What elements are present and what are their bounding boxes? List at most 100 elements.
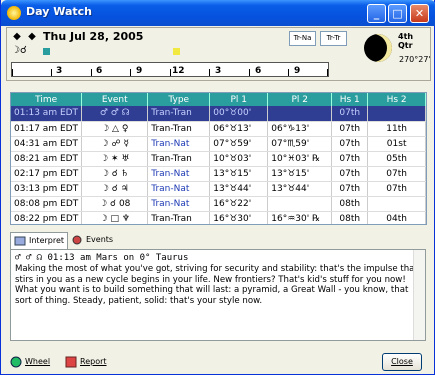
minimize-button[interactable]: _ (367, 4, 386, 23)
row-time: 08:08 pm EDT (11, 196, 83, 212)
tab-interpret[interactable]: Interpret (10, 232, 68, 250)
row-type: Tran-Nat (147, 196, 211, 212)
row-time: 03:13 pm EDT (11, 181, 83, 197)
column-time[interactable]: Time (11, 93, 83, 106)
interpretation-scrollbar[interactable] (413, 250, 425, 340)
row-pl1: 06°♉13' (209, 121, 269, 137)
timeline-tick (170, 69, 171, 76)
column-event[interactable]: Event (81, 93, 149, 106)
row-hs1: 07th (331, 151, 369, 167)
row-hs2: 07th (367, 166, 426, 182)
transit-transit-button[interactable]: Tr-Tr (320, 31, 347, 46)
row-type: Tran-Nat (147, 136, 211, 152)
table-row[interactable]: 01:17 am EDT ☽ △ ♀ Tran-Tran 06°♉13' 06°♑13'… (11, 121, 426, 137)
row-event: ☽ ☌ 08 (81, 196, 149, 212)
title-bar[interactable]: Day Watch _ □ ✕ (1, 0, 435, 26)
row-hs1: 08th (331, 211, 369, 224)
maximize-button[interactable]: □ (388, 4, 407, 23)
row-pl2: 07°♏59' (267, 136, 333, 152)
timeline-tick (12, 69, 13, 76)
row-hs2: 07th (367, 181, 426, 197)
row-hs2 (367, 106, 426, 122)
row-type: Tran-Tran (147, 151, 211, 167)
report-label: Report (80, 357, 107, 366)
column-hs2[interactable]: Hs 2 (367, 93, 426, 106)
timeline-tick (51, 69, 52, 76)
moon-degree: 270°27' (399, 55, 431, 64)
row-event: ☽ ☌ ♃ (81, 181, 149, 197)
row-time: 01:13 am EDT (11, 106, 83, 122)
timeline-label: 6 (255, 66, 262, 76)
moon-phase-lit-icon (364, 34, 392, 62)
wheel-label: Wheel (25, 357, 51, 366)
close-window-button[interactable]: ✕ (410, 4, 429, 23)
next-day-button[interactable]: ◆ (26, 31, 38, 43)
timeline-label: 12 (172, 66, 185, 76)
row-pl1: 00°♉00' (209, 106, 269, 122)
row-pl1: 13°♉15' (209, 166, 269, 182)
row-pl1: 13°♉44' (209, 181, 269, 197)
events-icon (71, 234, 83, 246)
interpretation-body: Making the most of what you've got, stri… (15, 264, 418, 306)
interpretation-heading: ♂ ♂ ☊ 01:13 am Mars on 0° Taurus (15, 253, 189, 263)
column-type[interactable]: Type (147, 93, 211, 106)
timeline-label: 3 (215, 66, 222, 76)
detail-tabs: Interpret Events (10, 232, 170, 250)
row-time: 08:21 am EDT (11, 151, 83, 167)
row-time: 01:17 am EDT (11, 121, 83, 137)
row-hs1: 08th (331, 196, 369, 212)
row-hs2: 05th (367, 151, 426, 167)
column-hs1[interactable]: Hs 1 (331, 93, 369, 106)
tab-interpret-label: Interpret (29, 236, 65, 245)
sun-icon (7, 6, 21, 20)
row-hs1: 07th (331, 106, 369, 122)
wheel-icon (10, 356, 22, 368)
event-marker-icon (43, 48, 50, 55)
row-pl1: 10°♉03' (209, 151, 269, 167)
previous-day-button[interactable]: ◆ (11, 31, 23, 43)
day-timeline[interactable]: 3 6 9 12 3 6 9 (11, 62, 329, 77)
row-pl1: 16°♉22' (209, 196, 269, 212)
row-event: ☽ ✶ ♅ (81, 151, 149, 167)
table-row[interactable]: 08:22 pm EDT ☽ □ ♆ Tran-Tran 16°♉30' 16°♒30'… (11, 211, 426, 224)
column-pl2[interactable]: Pl 2 (267, 93, 333, 106)
timeline-label: 9 (136, 66, 143, 76)
events-table: Time Event Type Pl 1 Pl 2 Hs 1 Hs 2 01:1… (10, 92, 427, 225)
table-row[interactable]: 02:17 pm EDT ☽ ☌ ♄ Tran-Nat 13°♉15' 13°♉15' 0… (11, 166, 426, 182)
table-row[interactable]: 01:13 am EDT ♂ ♂ ☊ Tran-Tran 00°♉00' 07th (11, 106, 426, 122)
table-row[interactable]: 08:08 pm EDT ☽ ☌ 08 Tran-Nat 16°♉22' 08th (11, 196, 426, 212)
row-pl2 (267, 106, 333, 122)
timeline-tick (288, 69, 289, 76)
moon-phase-label: 4th Qtr (398, 32, 414, 50)
row-hs1: 07th (331, 121, 369, 137)
row-event: ☽ □ ♆ (81, 211, 149, 224)
close-button[interactable]: Close (382, 353, 422, 371)
table-row[interactable]: 03:13 pm EDT ☽ ☌ ♃ Tran-Nat 13°♉44' 13°♉44' 0… (11, 181, 426, 197)
table-row[interactable]: 08:21 am EDT ☽ ✶ ♅ Tran-Tran 10°♉03' 10°♓03'… (11, 151, 426, 167)
row-event: ☽ ☍ ☿ (81, 136, 149, 152)
row-type: Tran-Tran (147, 211, 211, 224)
row-pl2: 13°♉44' (267, 181, 333, 197)
table-row[interactable]: 04:31 am EDT ☽ ☍ ☿ Tran-Nat 07°♉59' 07°♏59' 0… (11, 136, 426, 152)
report-button[interactable]: Report (65, 353, 107, 371)
timeline-tick (209, 69, 210, 76)
interpret-icon (14, 235, 26, 247)
current-aspect-glyphs: ☽☌ (11, 45, 27, 56)
row-hs1: 07th (331, 136, 369, 152)
interpretation-text[interactable]: ♂ ♂ ☊ 01:13 am Mars on 0° Taurus Making … (10, 249, 426, 341)
now-marker-icon (173, 48, 180, 55)
timeline-tick (327, 69, 328, 76)
tab-events[interactable]: Events (68, 232, 124, 250)
day-watch-window: Day Watch _ □ ✕ ◆ ◆ Thu Jul 28, 2005 ☽☌ … (0, 0, 435, 375)
row-pl2: 06°♑13' (267, 121, 333, 137)
transit-natal-button[interactable]: Tr-Na (289, 31, 316, 46)
report-icon (65, 356, 77, 368)
row-pl2 (267, 196, 333, 212)
row-hs1: 07th (331, 166, 369, 182)
row-hs2: 11th (367, 121, 426, 137)
window-title: Day Watch (26, 5, 92, 18)
column-pl1[interactable]: Pl 1 (209, 93, 269, 106)
row-pl1: 16°♉30' (209, 211, 269, 224)
wheel-button[interactable]: Wheel (10, 353, 50, 371)
row-type: Tran-Tran (147, 121, 211, 137)
